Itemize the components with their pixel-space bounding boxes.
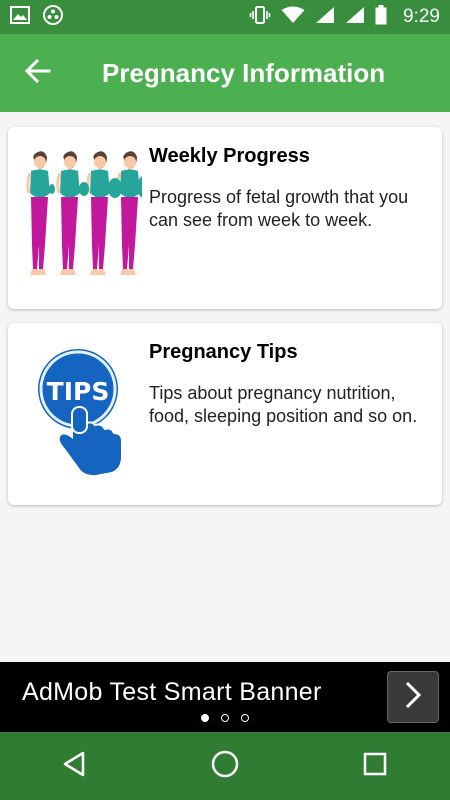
app-bar: Pregnancy Information — [0, 34, 450, 112]
signal-icon — [345, 6, 365, 29]
card-description: Progress of fetal growth that you can se… — [149, 187, 409, 230]
ad-banner-text: AdMob Test Smart Banner — [22, 678, 322, 706]
home-icon — [210, 749, 240, 784]
pagination-dot — [221, 714, 229, 722]
tips-hand-icon: TIPS — [20, 345, 142, 485]
tips-label: TIPS — [47, 377, 110, 406]
app-notification-icon — [42, 4, 64, 31]
card-text: Pregnancy Tips Tips about pregnancy nutr… — [149, 341, 437, 428]
card-title: Pregnancy Tips — [149, 341, 298, 363]
nav-recents-button[interactable] — [345, 736, 405, 796]
pregnancy-tips-card[interactable]: TIPS Pregnancy Tips Tips about pregnancy… — [8, 323, 442, 505]
card-title: Weekly Progress — [149, 145, 310, 167]
chevron-right-icon — [403, 680, 423, 715]
nav-home-button[interactable] — [195, 736, 255, 796]
recents-icon — [362, 751, 388, 782]
signal-icon — [315, 6, 335, 29]
battery-icon — [375, 4, 387, 30]
pagination-dot — [241, 714, 249, 722]
image-icon — [10, 5, 30, 29]
status-bar: 9:29 — [0, 0, 450, 34]
back-icon — [61, 750, 89, 783]
ad-banner[interactable]: AdMob Test Smart Banner — [0, 662, 450, 732]
pagination-dot-active — [201, 714, 209, 722]
status-time: 9:29 — [403, 6, 440, 27]
back-button[interactable] — [0, 34, 76, 112]
pregnant-women-illustration — [20, 149, 155, 289]
card-text: Weekly Progress Progress of fetal growth… — [149, 145, 437, 232]
nav-back-button[interactable] — [45, 736, 105, 796]
wifi-icon — [281, 6, 305, 29]
arrow-left-icon — [24, 58, 51, 88]
page-title: Pregnancy Information — [102, 57, 386, 88]
navigation-bar — [0, 732, 450, 800]
vibrate-icon — [249, 5, 271, 30]
weekly-progress-card[interactable]: Weekly Progress Progress of fetal growth… — [8, 127, 442, 309]
card-description: Tips about pregnancy nutrition, food, sl… — [149, 383, 418, 426]
ad-pagination-dots — [0, 714, 450, 722]
